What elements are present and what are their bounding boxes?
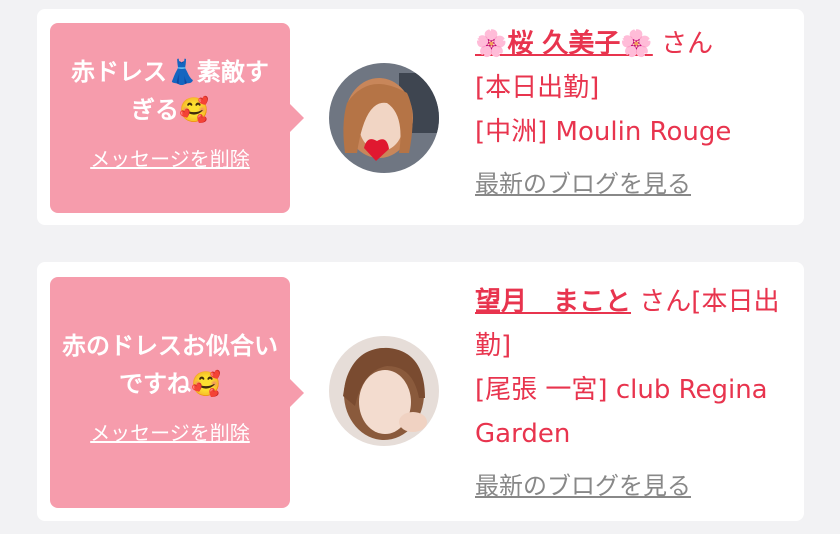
message-card: 赤ドレス👗素敵すぎる🥰 メッセージを削除 🌸桜 久美子🌸 さん [本日出勤] […	[37, 9, 804, 225]
shop-name: [中洲] Moulin Rouge	[475, 117, 732, 147]
message-text: 赤のドレスお似合いですね🥰	[62, 332, 278, 398]
avatar[interactable]	[329, 336, 439, 446]
honorific: さん	[661, 29, 714, 59]
sender-name-line: 望月 まこと さん[本日出勤]	[475, 280, 797, 368]
latest-blog-link[interactable]: 最新のブログを見る	[475, 464, 691, 508]
message-bubble: 赤ドレス👗素敵すぎる🥰 メッセージを削除	[50, 23, 304, 213]
delete-message-link[interactable]: メッセージを削除	[90, 417, 250, 446]
message-bubble: 赤のドレスお似合いですね🥰 メッセージを削除	[50, 277, 304, 508]
message-card: 赤のドレスお似合いですね🥰 メッセージを削除 望月 まこと さん[本日出勤] […	[37, 262, 804, 521]
delete-message-link[interactable]: メッセージを削除	[90, 143, 250, 172]
honorific: さん	[639, 287, 692, 317]
sender-info: 望月 まこと さん[本日出勤] [尾張 一宮] club Regina Gard…	[475, 280, 797, 508]
latest-blog-link[interactable]: 最新のブログを見る	[475, 162, 691, 206]
message-text: 赤ドレス👗素敵すぎる🥰	[71, 58, 269, 124]
work-status: [本日出勤]	[475, 73, 600, 103]
shop-name: [尾張 一宮] club Regina Garden	[475, 375, 768, 449]
sender-name[interactable]: 🌸桜 久美子🌸	[475, 29, 653, 59]
avatar[interactable]	[329, 63, 439, 173]
sender-name[interactable]: 望月 まこと	[475, 287, 631, 317]
sender-info: 🌸桜 久美子🌸 さん [本日出勤] [中洲] Moulin Rouge 最新のブ…	[475, 22, 797, 206]
sender-name-line: 🌸桜 久美子🌸 さん	[475, 22, 797, 66]
